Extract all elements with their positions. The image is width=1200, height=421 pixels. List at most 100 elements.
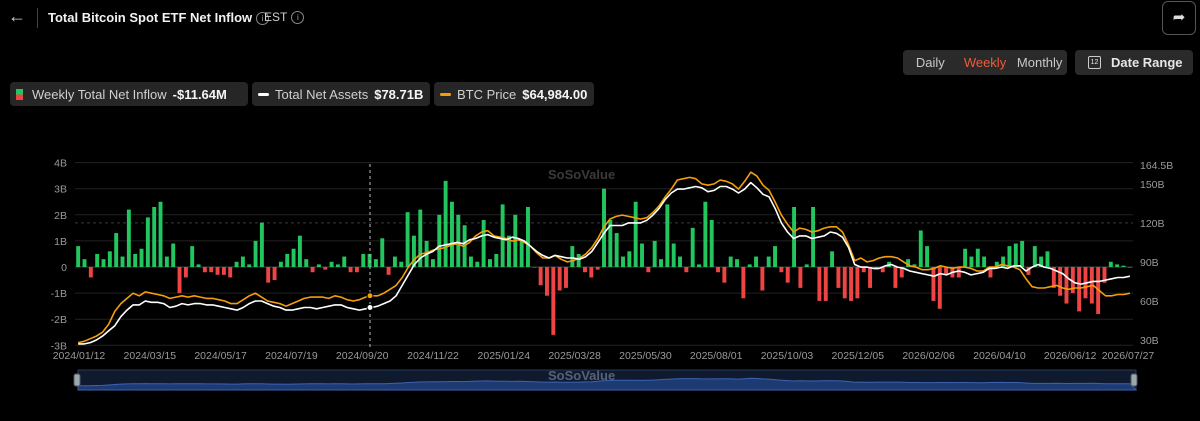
inflow-bar <box>1013 243 1018 267</box>
inflow-bar <box>177 267 182 294</box>
inflow-bar <box>95 253 100 267</box>
inflow-bar <box>234 261 239 267</box>
inflow-bar <box>1077 267 1082 312</box>
inflow-bar <box>557 267 562 291</box>
y-left-tick-label: -2B <box>51 314 67 326</box>
y-left-tick-label: -1B <box>51 288 67 300</box>
legend-label: Total Net Assets <box>275 86 369 102</box>
x-tick-label: 2025/08/01 <box>690 350 743 362</box>
inflow-bar <box>247 264 252 267</box>
inflow-bar <box>171 243 176 267</box>
x-tick-label: 2024/07/19 <box>265 350 318 362</box>
inflow-bar <box>665 204 670 267</box>
legend-item-net-inflow[interactable]: Weekly Total Net Inflow -$11.64M <box>10 82 248 106</box>
y-right-tick-label: 90B <box>1140 257 1159 269</box>
inflow-bar <box>804 264 809 267</box>
share-button[interactable]: ➦ <box>1162 1 1196 35</box>
x-tick-label: 2025/03/28 <box>548 350 601 362</box>
legend-item-btc-price[interactable]: BTC Price $64,984.00 <box>434 82 594 106</box>
inflow-bar <box>297 235 302 267</box>
legend-item-total-net-assets[interactable]: Total Net Assets $78.71B <box>252 82 430 106</box>
inflow-bar <box>215 267 220 275</box>
back-arrow-icon[interactable]: ← <box>8 6 28 26</box>
x-tick-label: 2025/12/05 <box>832 350 885 362</box>
inflow-bar <box>722 267 727 283</box>
x-tick-label: 2026/04/10 <box>973 350 1026 362</box>
date-range-button[interactable]: 12 Date Range <box>1075 50 1193 75</box>
inflow-bar <box>779 267 784 273</box>
inflow-bar <box>918 230 923 267</box>
y-left-tick-label: 1B <box>54 236 67 248</box>
y-left-tick-label: 3B <box>54 184 67 196</box>
inflow-bar <box>88 267 93 278</box>
page-title-text: Total Bitcoin Spot ETF Net Inflow <box>48 10 253 25</box>
inflow-bar <box>386 267 391 275</box>
x-tick-label: 2025/01/24 <box>478 350 531 362</box>
period-monthly-button[interactable]: Monthly <box>1012 50 1067 75</box>
inflow-bar <box>354 267 359 273</box>
inflow-bar <box>494 253 499 267</box>
inflow-bar <box>488 259 492 267</box>
inflow-bar <box>551 267 556 335</box>
inflow-bar <box>633 201 638 267</box>
inflow-bar <box>823 267 828 301</box>
inflow-bar <box>253 240 258 267</box>
inflow-bar <box>747 264 752 267</box>
x-tick-label: 2025/10/03 <box>761 350 814 362</box>
inflow-bar <box>735 259 740 267</box>
legend-label: Weekly Total Net Inflow <box>32 86 167 102</box>
timezone-info-icon[interactable]: i <box>291 11 305 25</box>
inflow-bar <box>475 261 480 267</box>
inflow-bar <box>773 246 778 267</box>
inflow-bar <box>323 267 328 270</box>
inflow-bar <box>348 267 353 273</box>
inflow-bar <box>221 267 226 275</box>
inflow-bar <box>671 243 676 267</box>
calendar-icon: 12 <box>1088 56 1101 69</box>
inflow-bar <box>519 240 524 267</box>
inflow-bar <box>202 267 207 273</box>
inflow-bar <box>266 267 271 283</box>
inflow-bar <box>766 256 771 267</box>
inflow-bar <box>817 267 822 301</box>
inflow-bar <box>760 267 765 291</box>
etf-flow-chart[interactable]: 4B3B2B1B0-1B-2B-3B164.5B150B120B90B60B30… <box>0 150 1200 400</box>
legend-value: $78.71B <box>374 86 424 102</box>
y-right-tick-label: 30B <box>1140 335 1159 347</box>
inflow-bar <box>272 267 277 281</box>
price-swatch-icon <box>440 92 451 96</box>
inflow-bar <box>139 248 144 267</box>
inflow-bar <box>278 261 283 267</box>
inflow-bar <box>468 256 473 267</box>
legend-value: $64,984.00 <box>522 86 588 102</box>
x-tick-label: 2026/06/12 <box>1044 350 1097 362</box>
inflow-bar <box>589 267 594 278</box>
period-daily-button[interactable]: Daily <box>903 50 958 75</box>
inflow-bar <box>342 256 347 267</box>
inflow-bar <box>443 180 448 267</box>
navigator-watermark: SoSoValue <box>548 368 616 383</box>
inflow-bar <box>291 248 296 267</box>
x-tick-label: 2024/05/17 <box>194 350 247 362</box>
inflow-bar <box>145 217 150 267</box>
inflow-bar <box>158 201 163 267</box>
inflow-bar <box>183 267 188 278</box>
navigator-left-handle <box>73 373 81 387</box>
inflow-bar <box>842 267 847 299</box>
inflow-bar <box>285 253 290 267</box>
inflow-bar <box>120 256 125 267</box>
y-right-tick-label: 60B <box>1140 296 1159 308</box>
inflow-bar <box>621 256 625 267</box>
inflow-bar <box>196 264 201 267</box>
inflow-bar <box>405 212 410 267</box>
legend-label: BTC Price <box>457 86 517 102</box>
period-weekly-button[interactable]: Weekly <box>958 50 1013 75</box>
y-left-tick-label: 2B <box>54 210 67 222</box>
x-tick-label: 2026/07/27 <box>1102 350 1155 362</box>
inflow-bar <box>456 214 461 267</box>
inflow-bar <box>1115 264 1120 267</box>
inflow-bar <box>361 253 366 267</box>
inflow-bar <box>190 246 195 267</box>
inflow-bar <box>373 259 378 267</box>
inflow-bar <box>627 251 632 267</box>
